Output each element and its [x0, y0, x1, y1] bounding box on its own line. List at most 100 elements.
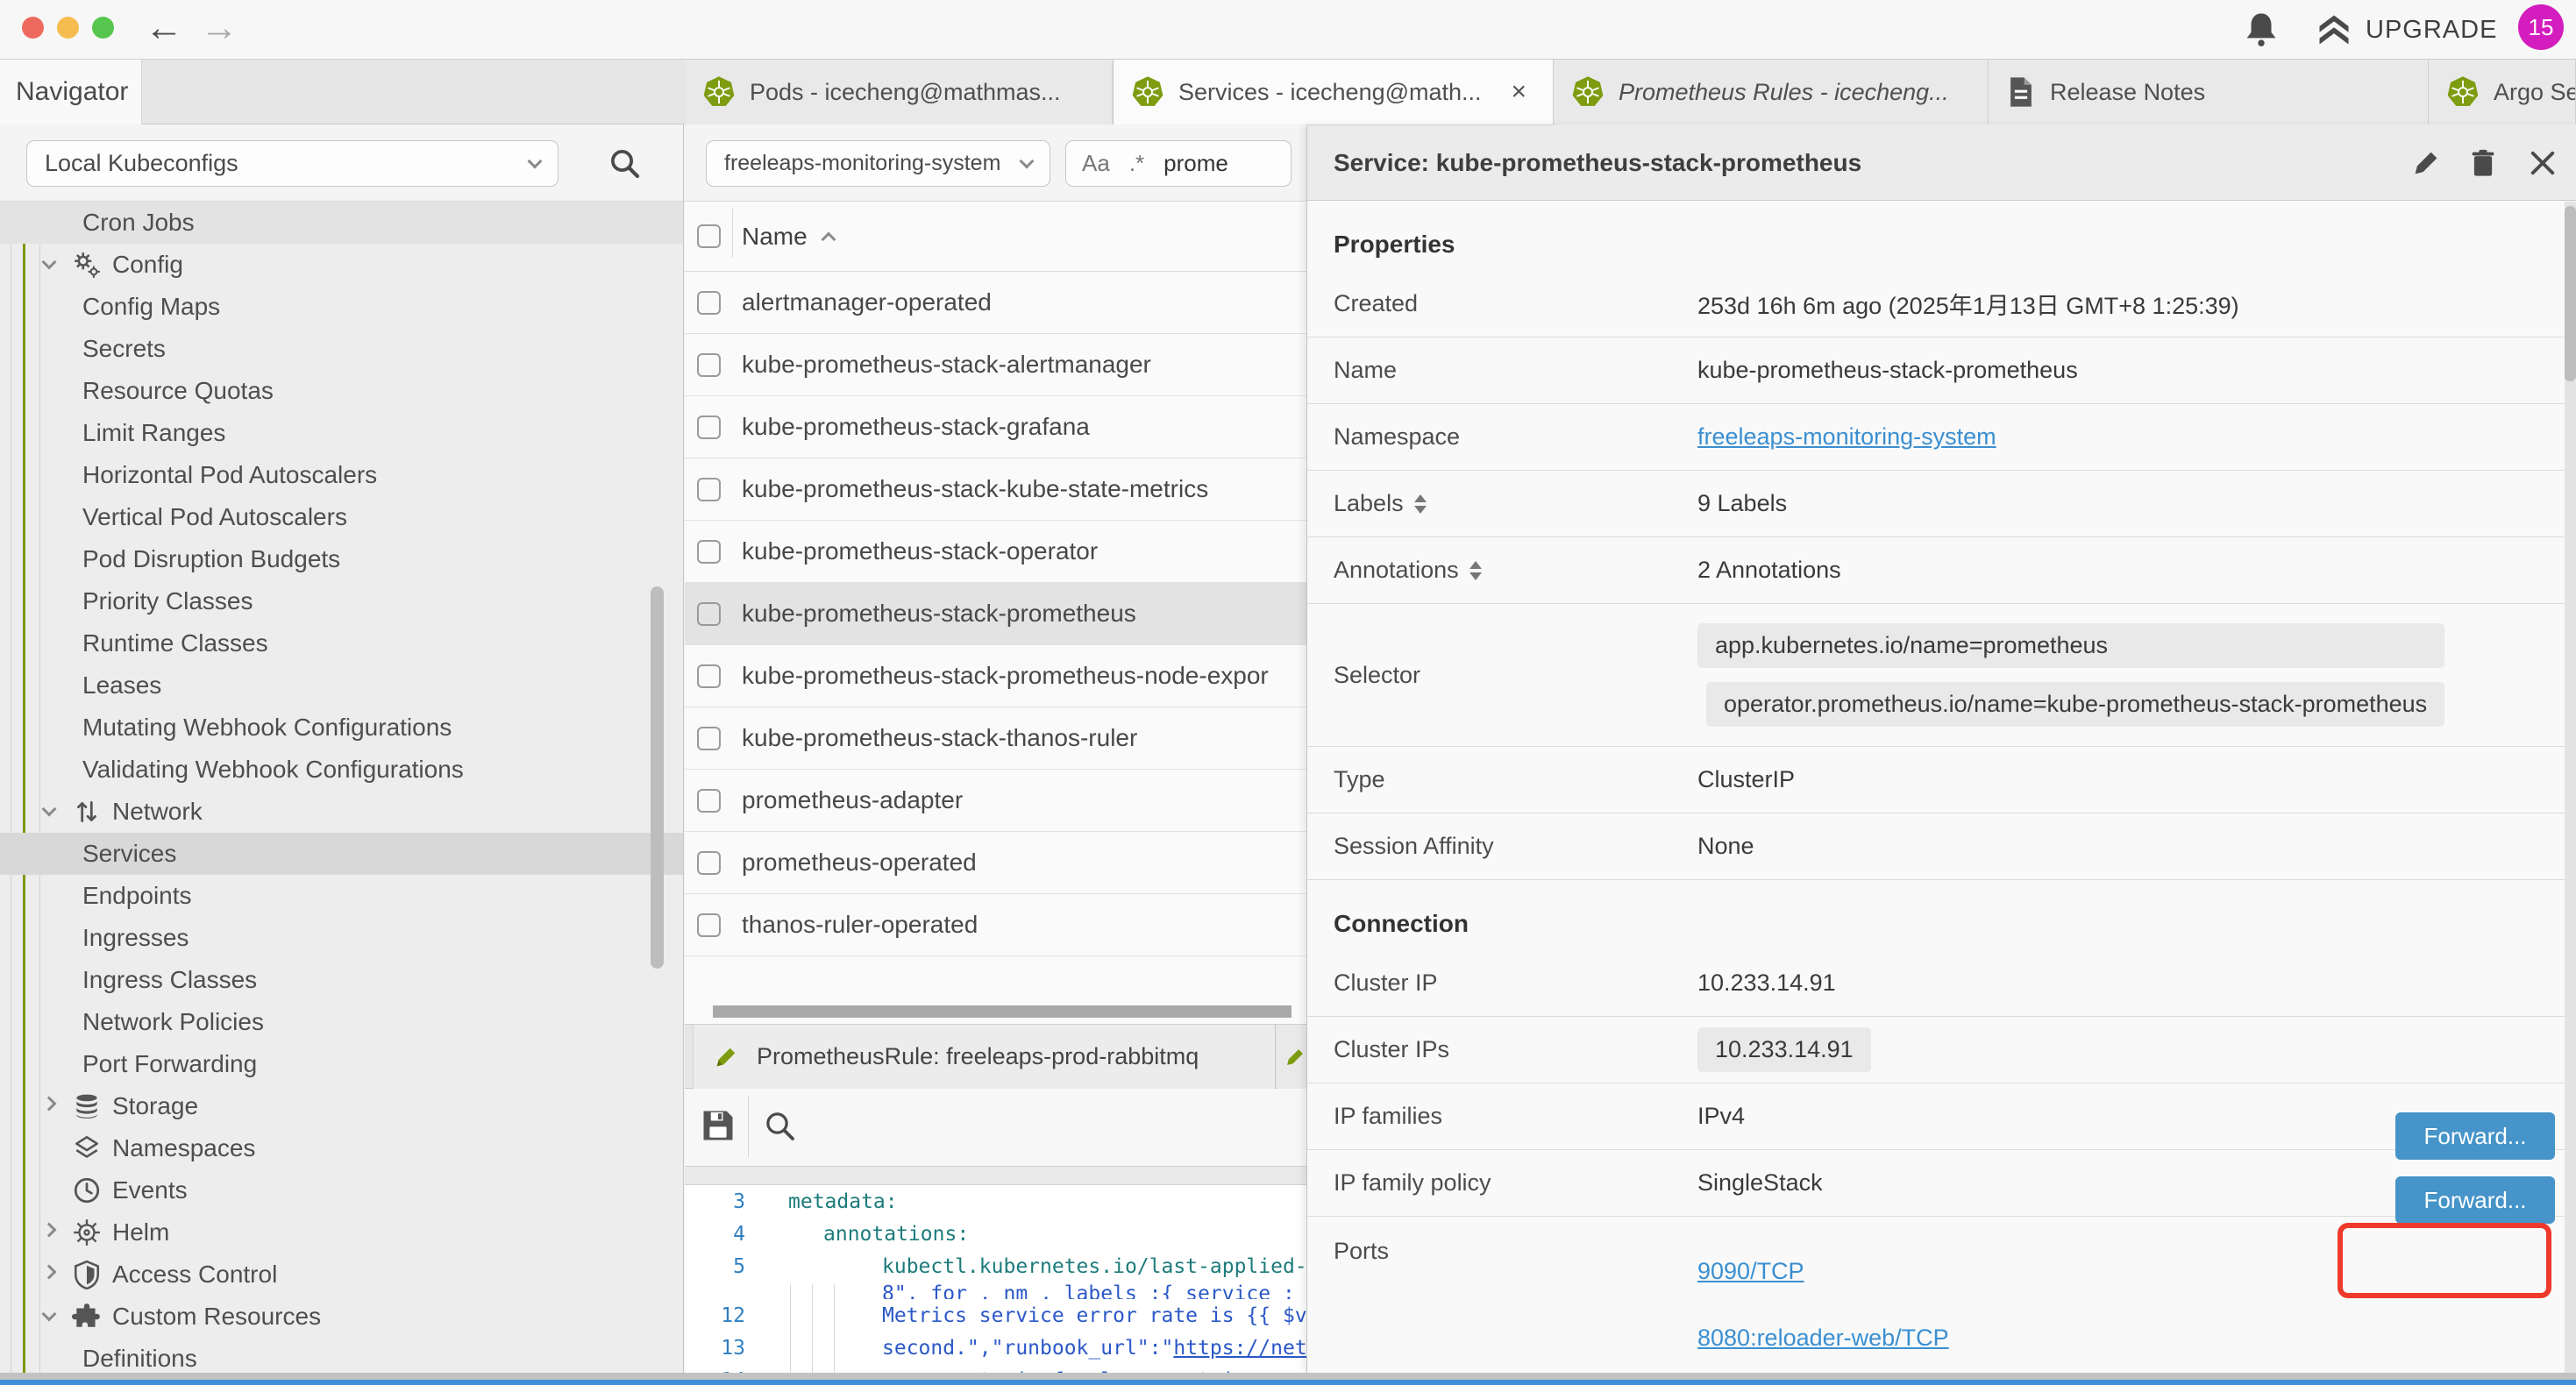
port-link[interactable]: 9090/TCP: [1697, 1258, 1804, 1285]
sidebar-item-services[interactable]: Services: [0, 833, 684, 875]
chevron-right-icon[interactable]: [42, 1265, 57, 1280]
select-all-checkbox[interactable]: [697, 224, 721, 248]
maximize-window-light[interactable]: [92, 17, 114, 39]
sidebar-item-limit-ranges[interactable]: Limit Ranges: [0, 412, 684, 454]
sidebar-item-priority-classes[interactable]: Priority Classes: [0, 580, 684, 622]
table-row[interactable]: prometheus-operated: [685, 832, 1306, 894]
sidebar-scrollbar[interactable]: [651, 586, 664, 969]
yaml-editor[interactable]: 3metadata:4annotations:5kubectl.kubernet…: [685, 1185, 1306, 1373]
sidebar-item-network[interactable]: Network: [0, 791, 684, 833]
code-url-link[interactable]: https://net: [1173, 1337, 1306, 1360]
table-row[interactable]: kube-prometheus-stack-prometheus: [685, 583, 1306, 645]
editor-horizontal-scrollbar[interactable]: [685, 1166, 1306, 1185]
row-checkbox[interactable]: [697, 913, 721, 937]
tab-argo-se[interactable]: Argo Se: [2429, 60, 2576, 124]
port-link[interactable]: 8080:reloader-web/TCP: [1697, 1325, 1949, 1352]
row-checkbox[interactable]: [697, 602, 721, 626]
sidebar-item-access-control[interactable]: Access Control: [0, 1254, 684, 1296]
sidebar-item-network-policies[interactable]: Network Policies: [0, 1001, 684, 1043]
save-icon[interactable]: [699, 1106, 737, 1145]
sidebar-item-validating-webhook-configurations[interactable]: Validating Webhook Configurations: [0, 749, 684, 791]
kubeconfig-selector[interactable]: Local Kubeconfigs: [26, 140, 559, 187]
table-row[interactable]: kube-prometheus-stack-operator: [685, 521, 1306, 583]
tab-pods-icecheng-mathmas[interactable]: Pods - icecheng@mathmas...: [685, 60, 1114, 124]
sidebar-item-pod-disruption-budgets[interactable]: Pod Disruption Budgets: [0, 538, 684, 580]
detail-scrollbar-thumb[interactable]: [2565, 206, 2576, 381]
row-checkbox[interactable]: [697, 478, 721, 501]
sidebar-item-custom-resources[interactable]: Custom Resources: [0, 1296, 684, 1338]
row-checkbox[interactable]: [697, 353, 721, 377]
row-checkbox[interactable]: [697, 851, 721, 875]
sidebar-item-horizontal-pod-autoscalers[interactable]: Horizontal Pod Autoscalers: [0, 454, 684, 496]
notification-count-badge[interactable]: 15: [2518, 4, 2564, 50]
table-row[interactable]: kube-prometheus-stack-kube-state-metrics: [685, 458, 1306, 521]
sidebar-item-leases[interactable]: Leases: [0, 664, 684, 707]
row-checkbox[interactable]: [697, 664, 721, 688]
sidebar-item-events[interactable]: Events: [0, 1169, 684, 1211]
sidebar-item-helm[interactable]: Helm: [0, 1211, 684, 1254]
chevron-down-icon[interactable]: [42, 255, 57, 270]
row-checkbox[interactable]: [697, 291, 721, 315]
scrollbar-thumb[interactable]: [713, 1005, 1292, 1018]
edit-service-button[interactable]: [2408, 145, 2444, 181]
tab-services-icecheng-math[interactable]: Services - icecheng@math...×: [1114, 60, 1554, 124]
name-column-header[interactable]: Name: [742, 223, 834, 251]
close-window-light[interactable]: [22, 17, 44, 39]
table-row[interactable]: thanos-ruler-operated: [685, 894, 1306, 956]
sidebar-item-config-maps[interactable]: Config Maps: [0, 286, 684, 328]
sidebar-item-ingress-classes[interactable]: Ingress Classes: [0, 959, 684, 1001]
tab-release-notes[interactable]: Release Notes: [1989, 60, 2429, 124]
upgrade-button[interactable]: UPGRADE: [2315, 11, 2497, 48]
sidebar-item-ingresses[interactable]: Ingresses: [0, 917, 684, 959]
table-row[interactable]: kube-prometheus-stack-prometheus-node-ex…: [685, 645, 1306, 707]
chevron-down-icon[interactable]: [42, 1307, 57, 1322]
table-row[interactable]: kube-prometheus-stack-grafana: [685, 396, 1306, 458]
match-case-toggle[interactable]: Aa: [1082, 150, 1110, 177]
sidebar-item-endpoints[interactable]: Endpoints: [0, 875, 684, 917]
table-search-input[interactable]: Aa .* prome: [1065, 140, 1292, 187]
row-checkbox[interactable]: [697, 416, 721, 439]
chevron-right-icon[interactable]: [42, 1223, 57, 1238]
notification-bell-icon[interactable]: [2241, 10, 2281, 50]
table-row[interactable]: alertmanager-operated: [685, 272, 1306, 334]
editor-tab-partial[interactable]: [1277, 1025, 1306, 1089]
regex-toggle[interactable]: .*: [1129, 150, 1144, 177]
table-row[interactable]: kube-prometheus-stack-alertmanager: [685, 334, 1306, 396]
close-panel-button[interactable]: [2524, 145, 2561, 181]
table-row[interactable]: kube-prometheus-stack-thanos-ruler: [685, 707, 1306, 770]
table-horizontal-scrollbar[interactable]: [702, 1005, 1306, 1018]
close-tab-icon[interactable]: ×: [1512, 77, 1527, 107]
chevron-down-icon[interactable]: [42, 802, 57, 817]
namespace-selector[interactable]: freeleaps-monitoring-system: [706, 140, 1050, 187]
sidebar-item-vertical-pod-autoscalers[interactable]: Vertical Pod Autoscalers: [0, 496, 684, 538]
row-checkbox[interactable]: [697, 540, 721, 564]
sidebar-item-config[interactable]: Config: [0, 244, 684, 286]
back-arrow-icon[interactable]: ←: [145, 7, 183, 49]
delete-service-button[interactable]: [2465, 145, 2501, 181]
row-checkbox[interactable]: [697, 789, 721, 813]
sidebar-item-resource-quotas[interactable]: Resource Quotas: [0, 370, 684, 412]
editor-search-icon[interactable]: [762, 1108, 797, 1143]
namespace-link[interactable]: freeleaps-monitoring-system: [1697, 423, 1996, 451]
sidebar-search-icon[interactable]: [607, 146, 642, 181]
tab-prometheus-rules-icecheng[interactable]: Prometheus Rules - icecheng...: [1554, 60, 1989, 124]
table-row[interactable]: prometheus-adapter: [685, 770, 1306, 832]
port-forward-button-9090[interactable]: Forward...: [2395, 1112, 2555, 1160]
port-forward-button-8080[interactable]: Forward...: [2395, 1176, 2555, 1224]
sort-toggle-icon[interactable]: [1469, 561, 1482, 580]
navigator-tab[interactable]: Navigator: [0, 60, 142, 124]
forward-arrow-icon[interactable]: →: [200, 7, 238, 49]
sidebar-item-mutating-webhook-configurations[interactable]: Mutating Webhook Configurations: [0, 707, 684, 749]
sidebar-item-runtime-classes[interactable]: Runtime Classes: [0, 622, 684, 664]
sidebar-item-cron-jobs[interactable]: Cron Jobs: [0, 202, 684, 244]
sidebar-item-definitions[interactable]: Definitions: [0, 1338, 684, 1373]
sidebar-item-namespaces[interactable]: Namespaces: [0, 1127, 684, 1169]
chevron-right-icon[interactable]: [42, 1097, 57, 1112]
sort-toggle-icon[interactable]: [1414, 494, 1427, 514]
editor-tab[interactable]: PrometheusRule: freeleaps-prod-rabbitmq: [693, 1025, 1276, 1089]
minimize-window-light[interactable]: [57, 17, 79, 39]
row-checkbox[interactable]: [697, 727, 721, 750]
sidebar-item-secrets[interactable]: Secrets: [0, 328, 684, 370]
sidebar-item-storage[interactable]: Storage: [0, 1085, 684, 1127]
sidebar-item-port-forwarding[interactable]: Port Forwarding: [0, 1043, 684, 1085]
